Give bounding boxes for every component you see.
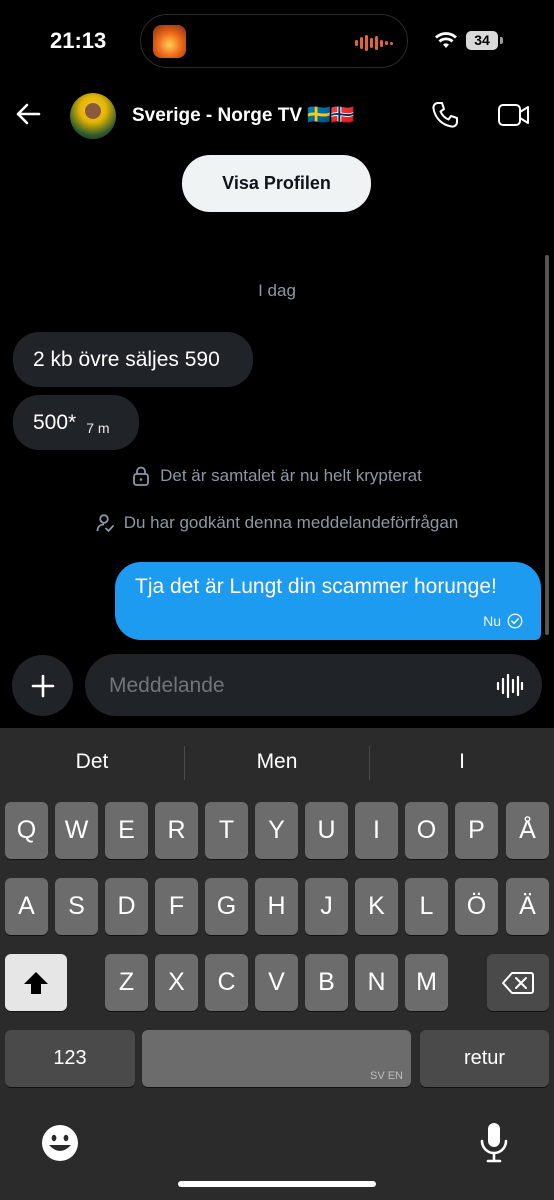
space-bar[interactable]: SV EN xyxy=(142,1030,411,1087)
key[interactable]: P xyxy=(455,802,498,859)
key[interactable]: Q xyxy=(5,802,48,859)
add-attachment-button[interactable] xyxy=(12,655,73,716)
delete-backward-icon xyxy=(502,971,534,994)
message-text: 2 kb övre säljes 590 xyxy=(33,347,220,371)
message-input[interactable] xyxy=(107,654,481,718)
back-arrow-icon[interactable] xyxy=(14,100,42,128)
view-profile-button[interactable]: Visa Profilen xyxy=(182,155,371,212)
status-time: 21:13 xyxy=(50,28,107,53)
key[interactable]: F xyxy=(155,878,198,935)
battery-indicator: 34 xyxy=(466,31,498,50)
now-playing-artwork xyxy=(153,25,186,58)
key[interactable]: H xyxy=(255,878,298,935)
key[interactable]: V xyxy=(255,954,298,1011)
scrollbar[interactable] xyxy=(545,255,549,635)
key[interactable]: O xyxy=(405,802,448,859)
message-status: Nu xyxy=(483,613,523,629)
key[interactable]: D xyxy=(105,878,148,935)
suggestion-3[interactable]: I xyxy=(370,750,554,774)
key[interactable]: L xyxy=(405,878,448,935)
audio-waveform-icon xyxy=(355,35,393,51)
suggestion-2[interactable]: Men xyxy=(185,750,369,774)
voice-message-icon[interactable] xyxy=(496,672,524,700)
key[interactable]: I xyxy=(355,802,398,859)
key[interactable]: X xyxy=(155,954,198,1011)
key[interactable]: Y xyxy=(255,802,298,859)
key[interactable]: G xyxy=(205,878,248,935)
chat-title[interactable]: Sverige - Norge TV 🇸🇪🇳🇴 xyxy=(132,103,355,127)
keyboard: Det Men I Q W E R T Y U I O P Å A S D F … xyxy=(0,728,554,1200)
key[interactable]: B xyxy=(305,954,348,1011)
key[interactable]: E xyxy=(105,802,148,859)
avatar[interactable] xyxy=(70,93,116,139)
key[interactable]: N xyxy=(355,954,398,1011)
key[interactable]: S xyxy=(55,878,98,935)
key[interactable]: U xyxy=(305,802,348,859)
battery-tip xyxy=(500,37,503,44)
key[interactable]: M xyxy=(405,954,448,1011)
plus-icon xyxy=(31,674,54,697)
user-check-icon xyxy=(96,514,114,533)
numbers-key[interactable]: 123 xyxy=(5,1030,135,1087)
wifi-icon xyxy=(435,32,457,48)
date-separator: I dag xyxy=(258,281,296,300)
incoming-message[interactable]: 2 kb övre säljes 590 xyxy=(13,332,253,387)
key[interactable]: J xyxy=(305,878,348,935)
message-composer xyxy=(85,654,542,718)
key[interactable]: C xyxy=(205,954,248,1011)
key[interactable]: Ö xyxy=(455,878,498,935)
lock-icon xyxy=(133,466,150,486)
video-call-icon[interactable] xyxy=(497,100,531,130)
encryption-notice: Det är samtalet är nu helt krypterat xyxy=(0,466,554,486)
phone-icon[interactable] xyxy=(430,100,460,130)
return-key[interactable]: retur xyxy=(420,1030,549,1087)
shift-key[interactable] xyxy=(5,954,67,1011)
space-language-hint: SV EN xyxy=(369,1070,403,1082)
key[interactable]: Ä xyxy=(506,878,549,935)
home-indicator[interactable] xyxy=(178,1181,376,1187)
suggestion-1[interactable]: Det xyxy=(0,750,184,774)
message-status-text: Nu xyxy=(483,613,501,629)
key[interactable]: T xyxy=(205,802,248,859)
key[interactable]: A xyxy=(5,878,48,935)
shift-arrow-icon xyxy=(24,971,48,994)
emoji-icon[interactable] xyxy=(40,1123,80,1163)
message-timestamp: 7 m xyxy=(86,419,110,436)
encryption-notice-text: Det är samtalet är nu helt krypterat xyxy=(160,466,422,485)
dictation-mic-icon[interactable] xyxy=(478,1121,510,1165)
key[interactable]: R xyxy=(155,802,198,859)
outgoing-message[interactable]: Tja det är Lungt din scammer horunge! Nu xyxy=(115,562,541,640)
request-accepted-notice: Du har godkänt denna meddelandeförfrågan xyxy=(0,513,554,533)
key[interactable]: Z xyxy=(105,954,148,1011)
key[interactable]: W xyxy=(55,802,98,859)
dynamic-island[interactable] xyxy=(140,14,408,68)
key[interactable]: Å xyxy=(506,802,549,859)
read-check-icon xyxy=(507,613,523,629)
request-accepted-text: Du har godkänt denna meddelandeförfrågan xyxy=(123,513,459,532)
key[interactable]: K xyxy=(355,878,398,935)
incoming-message[interactable]: 500* 7 m xyxy=(13,395,139,450)
message-text: 500* xyxy=(33,410,77,434)
backspace-key[interactable] xyxy=(487,954,549,1011)
message-text: Tja det är Lungt din scammer horunge! xyxy=(135,575,497,598)
